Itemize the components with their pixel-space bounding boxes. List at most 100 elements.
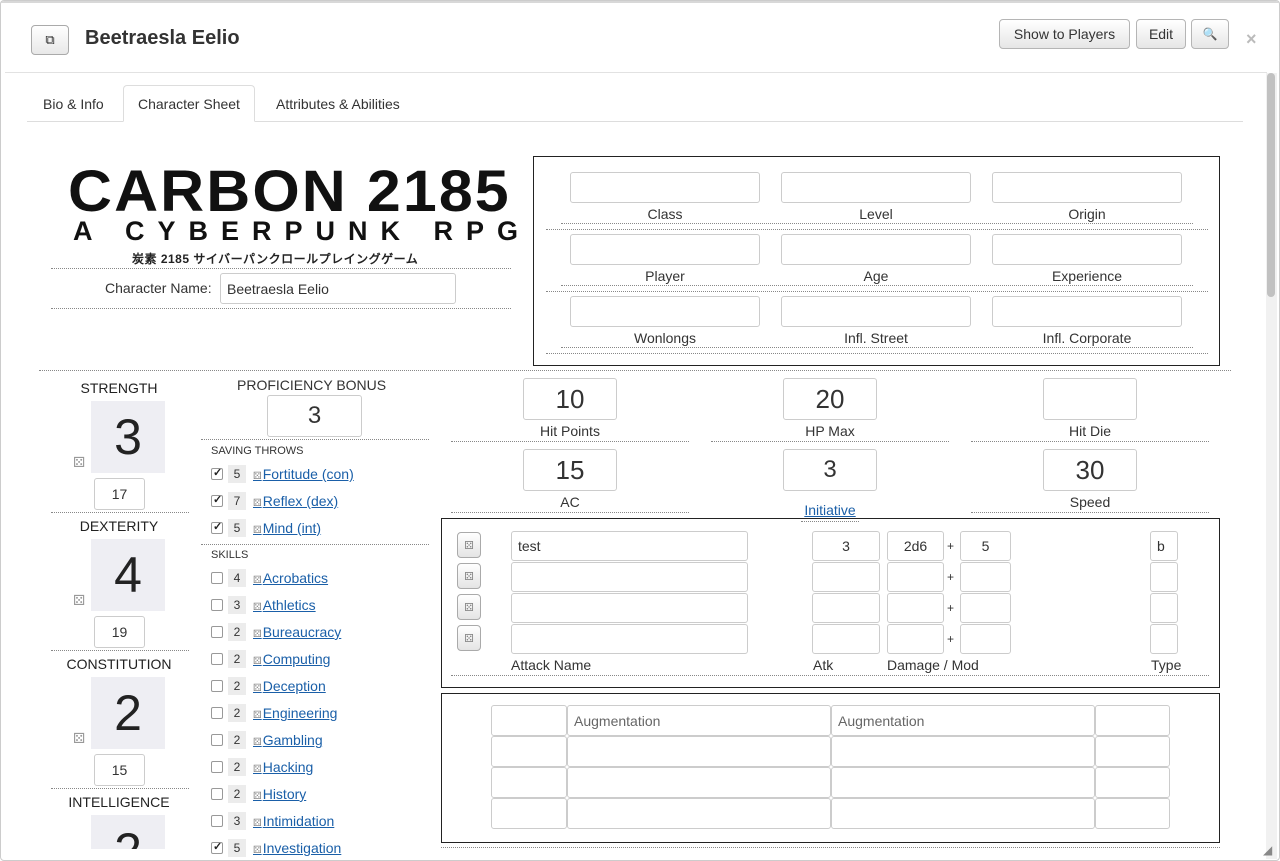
skill-roll-link[interactable]: ⚄Hacking	[253, 759, 313, 775]
augmentation-input[interactable]: Augmentation	[831, 705, 1095, 736]
proficiency-input[interactable]: 3	[267, 395, 362, 437]
augmentation-value-input[interactable]	[1095, 705, 1170, 736]
ac-input[interactable]: 15	[523, 449, 617, 491]
dice-icon[interactable]: ⚄	[73, 592, 85, 609]
skill-checkbox[interactable]	[211, 599, 223, 611]
edit-button[interactable]: Edit	[1136, 19, 1186, 49]
skill-roll-link[interactable]: ⚄Bureaucracy	[253, 624, 341, 640]
skill-roll-link[interactable]: ⚄Athletics	[253, 597, 316, 613]
attack-roll-button[interactable]: ⚄	[457, 594, 481, 620]
level-input[interactable]	[781, 172, 971, 203]
save-checkbox[interactable]	[211, 493, 223, 507]
resize-handle-icon[interactable]: ◢	[1263, 843, 1272, 857]
skill-roll-link[interactable]: ⚄Computing	[253, 651, 330, 667]
scrollbar-thumb[interactable]	[1267, 73, 1275, 297]
initiative-input[interactable]: 3	[783, 449, 877, 491]
attack-mod-input[interactable]	[960, 593, 1011, 623]
tab-bio-info[interactable]: Bio & Info	[29, 85, 118, 122]
augmentation-value-input[interactable]	[1095, 767, 1170, 798]
attack-name-input[interactable]	[511, 624, 748, 654]
attack-roll-button[interactable]: ⚄	[457, 563, 481, 589]
class-input[interactable]	[570, 172, 760, 203]
attack-damage-input[interactable]: 2d6	[887, 531, 944, 561]
infl-corporate-input[interactable]	[992, 296, 1182, 327]
skill-checkbox[interactable]	[211, 788, 223, 800]
augmentation-slot-input[interactable]	[491, 798, 567, 829]
skill-checkbox[interactable]	[211, 626, 223, 638]
skill-roll-link[interactable]: ⚄Deception	[253, 678, 326, 694]
constitution-score-input[interactable]: 15	[94, 754, 145, 786]
augmentation-input[interactable]	[567, 798, 831, 829]
augmentation-slot-input[interactable]	[491, 736, 567, 767]
close-button[interactable]: ×	[1246, 29, 1257, 50]
augmentation-input[interactable]	[567, 736, 831, 767]
skill-checkbox[interactable]	[211, 653, 223, 665]
wonlongs-input[interactable]	[570, 296, 760, 327]
attack-name-input[interactable]: test	[511, 531, 748, 561]
augmentation-slot-input[interactable]	[491, 705, 567, 736]
augmentation-input[interactable]	[831, 767, 1095, 798]
skill-roll-link[interactable]: ⚄Investigation	[253, 840, 341, 856]
attack-type-input[interactable]: b	[1150, 531, 1178, 561]
tab-attributes-abilities[interactable]: Attributes & Abilities	[262, 85, 414, 122]
speed-input[interactable]: 30	[1043, 449, 1137, 491]
attack-type-input[interactable]	[1150, 562, 1178, 592]
save-checkbox[interactable]	[211, 466, 223, 480]
skill-checkbox[interactable]	[211, 734, 223, 746]
attack-type-input[interactable]	[1150, 593, 1178, 623]
strength-score-input[interactable]: 17	[94, 478, 145, 510]
dice-icon[interactable]: ⚄	[73, 454, 85, 471]
player-input[interactable]	[570, 234, 760, 265]
augmentation-slot-input[interactable]	[491, 767, 567, 798]
augmentation-value-input[interactable]	[1095, 798, 1170, 829]
skill-roll-link[interactable]: ⚄Engineering	[253, 705, 337, 721]
skill-roll-link[interactable]: ⚄Intimidation	[253, 813, 334, 829]
skill-roll-link[interactable]: ⚄Gambling	[253, 732, 323, 748]
skill-checkbox[interactable]	[211, 680, 223, 692]
experience-input[interactable]	[992, 234, 1182, 265]
save-roll-link[interactable]: ⚄Reflex (dex)	[253, 493, 338, 509]
augmentation-input[interactable]	[831, 736, 1095, 767]
save-roll-link[interactable]: ⚄Fortitude (con)	[253, 466, 354, 482]
attack-atk-input[interactable]: 3	[812, 531, 880, 561]
skill-checkbox[interactable]	[211, 572, 223, 584]
save-checkbox[interactable]	[211, 520, 223, 534]
skill-checkbox[interactable]	[211, 707, 223, 719]
attack-atk-input[interactable]	[812, 593, 880, 623]
augmentation-value-input[interactable]	[1095, 736, 1170, 767]
attack-damage-input[interactable]	[887, 593, 944, 623]
attack-mod-input[interactable]: 5	[960, 531, 1011, 561]
age-input[interactable]	[781, 234, 971, 265]
skill-checkbox[interactable]	[211, 815, 223, 827]
skill-roll-link[interactable]: ⚄History	[253, 786, 306, 802]
popout-button[interactable]: ⧉	[31, 25, 69, 55]
attack-mod-input[interactable]	[960, 562, 1011, 592]
hp-max-input[interactable]: 20	[783, 378, 877, 420]
infl-street-input[interactable]	[781, 296, 971, 327]
search-button[interactable]: 🔍	[1191, 19, 1229, 49]
skill-checkbox[interactable]	[211, 761, 223, 773]
attack-damage-input[interactable]	[887, 562, 944, 592]
skill-checkbox[interactable]	[211, 840, 223, 854]
attack-atk-input[interactable]	[812, 562, 880, 592]
dice-icon[interactable]: ⚄	[73, 730, 85, 747]
initiative-roll-link[interactable]: Initiative	[780, 502, 880, 518]
attack-name-input[interactable]	[511, 593, 748, 623]
tab-character-sheet[interactable]: Character Sheet	[123, 85, 255, 122]
augmentation-input[interactable]: Augmentation	[567, 705, 831, 736]
dexterity-score-input[interactable]: 19	[94, 616, 145, 648]
attack-mod-input[interactable]	[960, 624, 1011, 654]
attack-damage-input[interactable]	[887, 624, 944, 654]
attack-roll-button[interactable]: ⚄	[457, 532, 481, 558]
origin-input[interactable]	[992, 172, 1182, 203]
character-name-input[interactable]	[220, 273, 456, 304]
augmentation-input[interactable]	[567, 767, 831, 798]
attack-type-input[interactable]	[1150, 624, 1178, 654]
hit-die-input[interactable]	[1043, 378, 1137, 420]
save-roll-link[interactable]: ⚄Mind (int)	[253, 520, 321, 536]
attack-name-input[interactable]	[511, 562, 748, 592]
attack-atk-input[interactable]	[812, 624, 880, 654]
show-to-players-button[interactable]: Show to Players	[999, 19, 1130, 49]
skill-roll-link[interactable]: ⚄Acrobatics	[253, 570, 328, 586]
hit-points-input[interactable]: 10	[523, 378, 617, 420]
